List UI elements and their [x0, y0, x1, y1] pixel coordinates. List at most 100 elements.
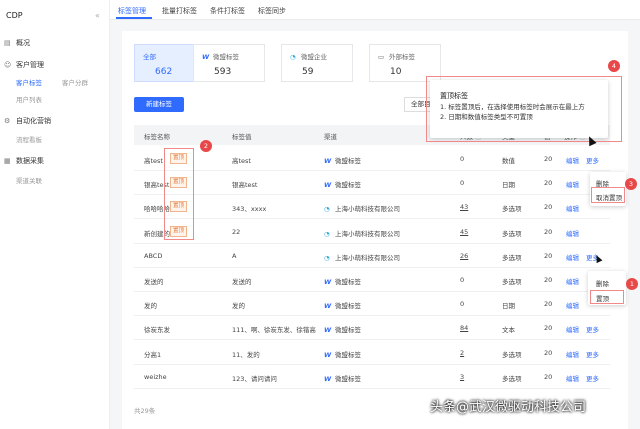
- tag-channel: W 微盟标签: [324, 155, 361, 165]
- tag-channel: ◔ 上海小萌科技有限公司: [324, 203, 400, 213]
- tag-created: 20: [544, 372, 553, 381]
- watermark: 头条@武汉微驱动科技公司: [430, 400, 587, 415]
- more-link[interactable]: 更多: [586, 155, 599, 165]
- tab-batch-tag[interactable]: 批量打标签: [162, 6, 197, 16]
- tag-value: 22: [232, 227, 241, 236]
- nav-flow-board[interactable]: 流程看板: [16, 134, 42, 144]
- marker-1: 1: [626, 278, 638, 290]
- tag-type: 多选项: [502, 205, 522, 214]
- tag-name: 分高1: [144, 350, 162, 359]
- more-link[interactable]: 更多: [586, 324, 599, 334]
- edit-link[interactable]: 编辑: [566, 373, 579, 383]
- nav-customer-tags[interactable]: 客户标签: [16, 77, 42, 87]
- edit-link[interactable]: 编辑: [566, 228, 579, 238]
- nav-overview[interactable]: ▤ 概况: [4, 38, 30, 48]
- channel-label: 上海小萌科技有限公司: [335, 253, 400, 262]
- card-weimob-tags[interactable]: W 微盟标签 593: [193, 44, 265, 82]
- menu-delete-2[interactable]: 删除: [596, 278, 609, 288]
- tag-type: 多选项: [502, 253, 522, 262]
- tag-value: 发的: [232, 302, 245, 311]
- collapse-icon[interactable]: «: [95, 11, 100, 20]
- card-weimob-enterprise-title: ◔ 微盟企业: [290, 51, 327, 61]
- nav-data-collect[interactable]: ▦ 数据采集: [4, 156, 44, 166]
- th-channel: 渠道: [324, 133, 337, 141]
- edit-link[interactable]: 编辑: [566, 203, 579, 213]
- sidebar: CDP « ▤ 概况 ☺ 客户管理 客户标签 客户分群 用户列表 ⚙ 自动化营销 流程…: [0, 0, 110, 429]
- tag-value: 111、啊、徐炭东发、徐锴高: [232, 326, 316, 335]
- table-row: 哈哈哈哈 置顶 343、xxxx ◔ 上海小萌科技有限公司 43 多选项 20 编辑: [134, 195, 610, 220]
- card-external-tags-label: 外部标签: [389, 53, 415, 61]
- tag-value: 银高test: [232, 181, 258, 190]
- card-weimob-enterprise[interactable]: ◔ 微盟企业 59: [281, 44, 353, 82]
- card-all-value: 662: [155, 67, 173, 77]
- tab-condition-tag[interactable]: 条件打标签: [210, 6, 245, 16]
- tag-count: 0: [460, 155, 465, 163]
- tag-created: 20: [544, 227, 553, 236]
- tag-created: 20: [544, 276, 553, 284]
- tag-created: 20: [544, 179, 553, 188]
- weimob-icon: W: [324, 157, 332, 165]
- tag-created: 20: [544, 324, 553, 333]
- tag-count: 0: [460, 300, 465, 309]
- tag-created: 20: [544, 300, 553, 309]
- tag-count[interactable]: 3: [460, 373, 464, 381]
- highlight-pin: [590, 290, 624, 304]
- edit-link[interactable]: 编辑: [566, 324, 579, 334]
- tag-count[interactable]: 2: [460, 349, 464, 357]
- weimob-icon: W: [202, 53, 210, 61]
- channel-label: 上海小萌科技有限公司: [335, 205, 400, 214]
- card-weimob-enterprise-label: 微盟企业: [301, 53, 327, 61]
- tag-created: 20: [544, 203, 553, 212]
- weimob-icon: W: [324, 302, 332, 311]
- tag-count[interactable]: 84: [460, 324, 468, 332]
- card-all-title: 全部: [143, 53, 156, 61]
- nav-user-list[interactable]: 用户列表: [16, 94, 42, 104]
- nav-automation[interactable]: ⚙ 自动化营销: [4, 116, 51, 126]
- tag-count[interactable]: 45: [460, 228, 468, 236]
- edit-link[interactable]: 编辑: [566, 155, 579, 165]
- card-weimob-tags-title: W 微盟标签: [202, 51, 239, 61]
- highlight-tooltip: [426, 76, 622, 142]
- edit-link[interactable]: 编辑: [566, 179, 579, 189]
- tag-type: 多选项: [502, 350, 522, 359]
- tag-channel: W 微盟标签: [324, 373, 361, 383]
- card-weimob-tags-label: 微盟标签: [213, 53, 239, 61]
- edit-link[interactable]: 编辑: [566, 349, 579, 359]
- table-row: weizhe 123、请问请问 W 微盟标签 3 多选项 20 编辑 更多: [134, 365, 610, 389]
- tag-channel: W 微盟标签: [324, 300, 361, 310]
- edit-link[interactable]: 编辑: [566, 300, 579, 310]
- card-weimob-enterprise-value: 59: [302, 67, 314, 77]
- tag-channel: W 微盟标签: [324, 276, 361, 286]
- tab-tag-sync[interactable]: 标签同步: [258, 6, 286, 16]
- app-title: CDP: [6, 11, 23, 20]
- edit-link[interactable]: 编辑: [566, 276, 579, 286]
- marker-3: 3: [625, 178, 637, 190]
- api-icon: ▭: [378, 53, 385, 61]
- marker-4: 4: [608, 60, 620, 72]
- new-tag-button[interactable]: 新建标签: [134, 97, 184, 112]
- tag-channel: W 微盟标签: [324, 349, 361, 359]
- tag-value: 高test: [232, 157, 251, 165]
- nav-channel-link[interactable]: 渠道关联: [16, 175, 42, 185]
- tab-tag-mgmt[interactable]: 标签管理: [118, 6, 146, 16]
- nav-customer-segment[interactable]: 客户分群: [62, 77, 88, 87]
- tag-count[interactable]: 43: [460, 203, 468, 211]
- weimob-icon: W: [324, 181, 332, 190]
- table-row: 徐炭东发 111、啊、徐炭东发、徐锴高 W 微盟标签 84 文本 20 编辑 更多: [134, 316, 610, 341]
- user-icon: ☺: [4, 61, 12, 69]
- channel-label: 微盟标签: [335, 157, 361, 165]
- channel-label: 上海小萌科技有限公司: [335, 229, 400, 238]
- tag-name: 发的: [144, 302, 157, 311]
- tag-created: 20: [544, 251, 553, 260]
- more-link[interactable]: 更多: [586, 349, 599, 359]
- more-link[interactable]: 更多: [586, 373, 599, 383]
- tag-value: A: [232, 251, 237, 260]
- nav-automation-label: 自动化营销: [16, 117, 51, 125]
- enterprise-icon: ◔: [324, 253, 330, 262]
- tag-type: 数值: [502, 157, 515, 165]
- tag-count[interactable]: 26: [460, 252, 468, 260]
- nav-customer-mgmt[interactable]: ☺ 客户管理: [4, 60, 44, 70]
- tag-type: 日期: [502, 181, 515, 190]
- tag-type: 多选项: [502, 374, 522, 383]
- edit-link[interactable]: 编辑: [566, 252, 579, 262]
